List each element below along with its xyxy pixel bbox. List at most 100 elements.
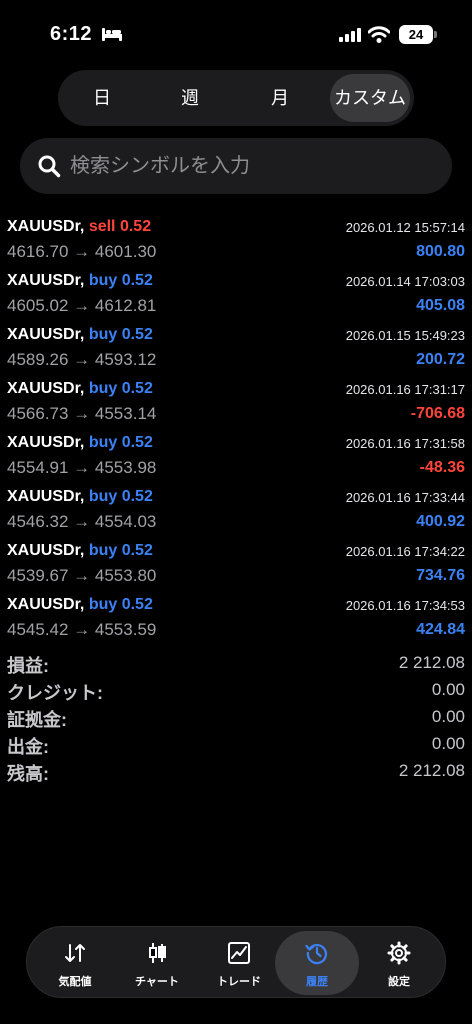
trade-symbol-line: XAUUSDr, buy 0.52 bbox=[7, 542, 153, 560]
trade-row[interactable]: XAUUSDr, buy 0.52 2026.01.16 17:34:53 45… bbox=[0, 592, 472, 646]
tab-label: 気配値 bbox=[58, 976, 92, 988]
tab-label: チャート bbox=[135, 976, 179, 988]
account-summary: 損益: 2 212.08 クレジット: 0.00 証拠金: 0.00 出金: 0… bbox=[0, 650, 472, 785]
summary-row-deposit: 証拠金: 0.00 bbox=[0, 704, 472, 731]
summary-label: クレジット: bbox=[7, 683, 103, 703]
bottom-tab-bar: 気配値 チャート トレード 履歴 設定 bbox=[26, 926, 446, 998]
trade-side-volume: buy 0.52 bbox=[88, 596, 153, 613]
trade-symbol-line: XAUUSDr, buy 0.52 bbox=[7, 272, 153, 290]
trade-history-list: XAUUSDr, sell 0.52 2026.01.12 15:57:14 4… bbox=[0, 214, 472, 646]
summary-label: 出金: bbox=[7, 737, 49, 757]
trade-symbol: XAUUSDr, bbox=[7, 380, 85, 397]
trade-date: 2026.01.16 17:34:53 bbox=[345, 598, 465, 613]
period-segment-control: 日 週 月 カスタム bbox=[58, 70, 414, 126]
summary-value: 2 212.08 bbox=[398, 653, 465, 672]
trade-symbol-line: XAUUSDr, sell 0.52 bbox=[7, 218, 151, 236]
cellular-signal-icon bbox=[339, 28, 361, 42]
trade-profit: 424.84 bbox=[416, 621, 465, 638]
trade-prices: 4616.70 → 4601.30 bbox=[7, 242, 157, 261]
history-clock-icon bbox=[305, 944, 328, 965]
trade-symbol-line: XAUUSDr, buy 0.52 bbox=[7, 380, 153, 398]
trade-profit: -706.68 bbox=[410, 405, 465, 422]
search-icon bbox=[38, 155, 61, 178]
trade-prices: 4589.26 → 4593.12 bbox=[7, 350, 157, 369]
segment-week[interactable]: 週 bbox=[150, 74, 230, 122]
tab-label: 履歴 bbox=[306, 976, 328, 988]
summary-value: 0.00 bbox=[431, 734, 465, 753]
summary-row-credit: クレジット: 0.00 bbox=[0, 677, 472, 704]
trade-row[interactable]: XAUUSDr, buy 0.52 2026.01.15 15:49:23 45… bbox=[0, 322, 472, 376]
trade-symbol: XAUUSDr, bbox=[7, 434, 85, 451]
trade-date: 2026.01.12 15:57:14 bbox=[345, 220, 465, 235]
trade-symbol: XAUUSDr, bbox=[7, 218, 85, 235]
summary-value: 0.00 bbox=[431, 707, 465, 726]
trade-date: 2026.01.14 17:03:03 bbox=[345, 274, 465, 289]
trade-profit: -48.36 bbox=[419, 459, 465, 476]
trade-row[interactable]: XAUUSDr, buy 0.52 2026.01.16 17:33:44 45… bbox=[0, 484, 472, 538]
summary-row-withdrawal: 出金: 0.00 bbox=[0, 731, 472, 758]
tab-trade[interactable]: トレード bbox=[197, 931, 281, 995]
trade-symbol: XAUUSDr, bbox=[7, 326, 85, 343]
trade-prices: 4546.32 → 4554.03 bbox=[7, 512, 157, 531]
trade-symbol: XAUUSDr, bbox=[7, 488, 85, 505]
summary-row-profit: 損益: 2 212.08 bbox=[0, 650, 472, 677]
trade-side-volume: buy 0.52 bbox=[88, 434, 153, 451]
trade-profit: 734.76 bbox=[416, 567, 465, 584]
trade-side-volume: sell 0.52 bbox=[88, 218, 152, 235]
summary-row-balance: 残高: 2 212.08 bbox=[0, 758, 472, 785]
trade-date: 2026.01.16 17:31:58 bbox=[345, 436, 465, 451]
summary-label: 残高: bbox=[7, 764, 49, 784]
trade-profit: 400.92 bbox=[416, 513, 465, 530]
segment-month[interactable]: 月 bbox=[240, 74, 320, 122]
summary-value: 2 212.08 bbox=[398, 761, 465, 780]
trade-prices: 4566.73 → 4553.14 bbox=[7, 404, 157, 423]
trade-symbol-line: XAUUSDr, buy 0.52 bbox=[7, 596, 153, 614]
tab-quotes[interactable]: 気配値 bbox=[33, 931, 117, 995]
trade-date: 2026.01.16 17:34:22 bbox=[345, 544, 465, 559]
summary-label: 証拠金: bbox=[7, 710, 67, 730]
trade-side-volume: buy 0.52 bbox=[88, 272, 153, 289]
trade-prices: 4605.02 → 4612.81 bbox=[7, 296, 157, 315]
trade-symbol: XAUUSDr, bbox=[7, 272, 85, 289]
trade-row[interactable]: XAUUSDr, buy 0.52 2026.01.16 17:31:58 45… bbox=[0, 430, 472, 484]
trade-side-volume: buy 0.52 bbox=[88, 542, 153, 559]
battery-indicator: 24 bbox=[399, 25, 433, 44]
candlestick-icon bbox=[149, 943, 166, 963]
trade-date: 2026.01.16 17:33:44 bbox=[345, 490, 465, 505]
trade-prices: 4539.67 → 4553.80 bbox=[7, 566, 157, 585]
trade-row[interactable]: XAUUSDr, sell 0.52 2026.01.12 15:57:14 4… bbox=[0, 214, 472, 268]
trade-symbol: XAUUSDr, bbox=[7, 596, 85, 613]
quotes-arrows-icon bbox=[65, 944, 85, 962]
trade-symbol-line: XAUUSDr, buy 0.52 bbox=[7, 488, 153, 506]
status-time: 6:12 bbox=[50, 23, 93, 45]
wifi-icon bbox=[368, 26, 390, 43]
trade-side-volume: buy 0.52 bbox=[88, 326, 153, 343]
battery-cap bbox=[434, 31, 437, 38]
search-input[interactable] bbox=[70, 138, 430, 194]
trade-profit: 200.72 bbox=[416, 351, 465, 368]
trade-symbol-line: XAUUSDr, buy 0.52 bbox=[7, 326, 153, 344]
gear-icon bbox=[387, 941, 411, 965]
trade-profit: 800.80 bbox=[416, 243, 465, 260]
segment-custom[interactable]: カスタム bbox=[330, 74, 410, 122]
symbol-search-bar[interactable] bbox=[20, 138, 452, 194]
trade-symbol-line: XAUUSDr, buy 0.52 bbox=[7, 434, 153, 452]
tab-settings[interactable]: 設定 bbox=[357, 931, 441, 995]
trade-date: 2026.01.16 17:31:17 bbox=[345, 382, 465, 397]
trade-side-volume: buy 0.52 bbox=[88, 380, 153, 397]
trade-profit: 405.08 bbox=[416, 297, 465, 314]
tab-label: トレード bbox=[217, 976, 261, 988]
segment-day[interactable]: 日 bbox=[62, 74, 142, 122]
trade-row[interactable]: XAUUSDr, buy 0.52 2026.01.14 17:03:03 46… bbox=[0, 268, 472, 322]
trade-side-volume: buy 0.52 bbox=[88, 488, 153, 505]
tab-chart[interactable]: チャート bbox=[115, 931, 199, 995]
summary-label: 損益: bbox=[7, 656, 49, 676]
summary-value: 0.00 bbox=[431, 680, 465, 699]
bed-icon bbox=[102, 28, 122, 41]
trade-chart-icon bbox=[228, 942, 250, 964]
trade-row[interactable]: XAUUSDr, buy 0.52 2026.01.16 17:34:22 45… bbox=[0, 538, 472, 592]
tab-history[interactable]: 履歴 bbox=[275, 931, 359, 995]
trade-symbol: XAUUSDr, bbox=[7, 542, 85, 559]
trade-row[interactable]: XAUUSDr, buy 0.52 2026.01.16 17:31:17 45… bbox=[0, 376, 472, 430]
trade-date: 2026.01.15 15:49:23 bbox=[345, 328, 465, 343]
